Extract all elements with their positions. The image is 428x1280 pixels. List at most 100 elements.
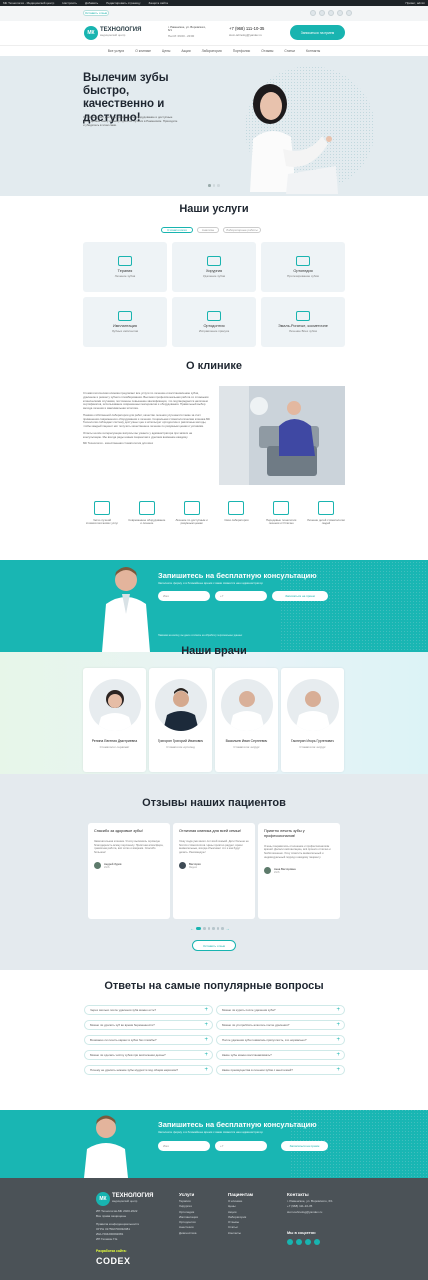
faq-item[interactable]: После удаления зуба появилась припухлост… <box>216 1035 345 1045</box>
doctor-card[interactable]: Григорян Григорий Иванович Стоматолог-орт… <box>149 668 212 772</box>
vk-icon[interactable] <box>287 1238 293 1245</box>
next-arrow-icon[interactable]: → <box>226 926 230 931</box>
faq-question: Возможно ли лечить кариес в зубах без пл… <box>90 1038 157 1042</box>
slider-dot[interactable] <box>208 184 211 187</box>
slider-dot[interactable] <box>217 184 220 187</box>
faq-question: Можно ли употреблять алкоголь после удал… <box>222 1023 290 1027</box>
service-card-orthodontics[interactable]: Ортодонтия Исправление прикуса <box>172 297 256 347</box>
doctor-card[interactable]: Репина Евгения Дмитриевна Стоматолог-тера… <box>83 668 146 772</box>
social-icon[interactable] <box>328 10 334 16</box>
nav-item-contacts[interactable]: Контакты <box>306 49 320 53</box>
plus-icon[interactable]: + <box>204 1067 208 1073</box>
plus-icon[interactable]: + <box>204 1052 208 1058</box>
adminbar-item[interactable]: Защита сайта <box>149 1 168 5</box>
social-icon[interactable] <box>310 10 316 16</box>
service-title: Ортодонтия <box>203 324 225 328</box>
pagination-dot[interactable] <box>203 927 206 930</box>
consult-submit-button[interactable]: Записаться на прием <box>281 1141 328 1151</box>
faq-item[interactable]: Можно ли удалить зуб во время беременнос… <box>84 1020 213 1030</box>
review-pill[interactable]: Оставить отзыв <box>83 10 109 16</box>
faq-item[interactable]: Через сколько после удаления зуба можно … <box>84 1005 213 1015</box>
social-title: Мы в соцсетях: <box>287 1230 317 1235</box>
social-icon[interactable] <box>337 10 343 16</box>
faq-item[interactable]: Можно ли сделать чистку зубов при воспал… <box>84 1050 213 1060</box>
faq-item[interactable]: Можно ли употреблять алкоголь после удал… <box>216 1020 345 1030</box>
implant-icon <box>118 311 132 321</box>
review-title: Отличная клиника для всей семьи! <box>179 829 241 833</box>
adminbar-item[interactable]: Настроить <box>62 1 77 5</box>
plus-icon[interactable]: + <box>336 1022 340 1028</box>
instagram-icon[interactable] <box>296 1238 302 1245</box>
service-card-cosmetic[interactable]: Эмаль-Рогатые, косметичне Лечение Всех зу… <box>261 297 345 347</box>
plus-icon[interactable]: + <box>336 1067 340 1073</box>
plus-icon[interactable]: + <box>204 1007 208 1013</box>
telegram-icon[interactable] <box>305 1238 311 1245</box>
pagination-dot[interactable] <box>216 927 219 930</box>
review-card: Отличная клиника для всей семьи! Хожу сюд… <box>173 823 255 919</box>
footer-link[interactable]: Диагностика <box>179 1231 198 1236</box>
nav-item-reviews[interactable]: Отзывы <box>261 49 273 53</box>
reviews-title: Отзывы наших пациентов <box>142 797 286 809</box>
service-card-implants[interactable]: Имплантация Зубных имплантов <box>83 297 167 347</box>
faq-item[interactable]: Какие преимущества в лечении зубов с ане… <box>216 1065 345 1075</box>
developer-logo[interactable]: CODEX <box>96 1256 131 1267</box>
plus-icon[interactable]: + <box>336 1052 340 1058</box>
footer-link[interactable]: Контакты <box>228 1231 253 1236</box>
pagination-dot[interactable] <box>207 927 210 930</box>
phone-input[interactable]: +7 <box>215 591 267 601</box>
adminbar-item[interactable]: Редактировать страницу <box>106 1 140 5</box>
slider-dot[interactable] <box>212 184 215 187</box>
header-phone[interactable]: +7 (968) 111-10-35 <box>229 26 264 31</box>
name-input[interactable]: Имя <box>158 1141 210 1151</box>
nav-item-lab[interactable]: Лаборатория <box>202 49 222 53</box>
reviews-pagination[interactable]: ← → <box>190 926 230 931</box>
header-email[interactable]: stom-tehnolog@yandex.ru <box>229 33 262 37</box>
pagination-dot[interactable] <box>212 927 215 930</box>
nav-item-about[interactable]: О клинике <box>135 49 151 53</box>
faq-item[interactable]: Возможно ли лечить кариес в зубах без пл… <box>84 1035 213 1045</box>
service-subtitle: Исправление прикуса <box>198 328 230 333</box>
doctor-card[interactable]: Васильев Иван Сергеевич Стоматолог-хирург <box>215 668 278 772</box>
adminbar-item[interactable]: Добавить <box>85 1 98 5</box>
social-icon[interactable] <box>346 10 352 16</box>
faq-item[interactable]: Какие зубы можно восстанавливать? + <box>216 1050 345 1060</box>
nav-item-portfolio[interactable]: Портфолио <box>233 49 251 53</box>
doctor-card[interactable]: Гасперян Игорь Гургенович Стоматолог-хиру… <box>281 668 344 772</box>
feature-item: Лечение по доступным и разумным ценам <box>173 501 211 526</box>
phone-input[interactable]: +7 <box>215 1141 267 1151</box>
pagination-dot[interactable] <box>196 927 201 930</box>
nav-item-promos[interactable]: Акции <box>181 49 190 53</box>
name-input[interactable]: Имя <box>158 591 210 601</box>
nav-item-services[interactable]: Все услуги <box>108 49 124 53</box>
book-appointment-button[interactable]: Записаться на прием <box>290 25 345 40</box>
sparkle-tooth-icon <box>296 311 310 321</box>
service-card-orthopedics[interactable]: Ортопедия Протезирование зубов <box>261 242 345 292</box>
tab-analyses[interactable]: Анализы <box>197 227 219 233</box>
feature-item: Четко лучший стоматологических услуг <box>83 501 121 526</box>
tab-lab-works[interactable]: Лабораторные работы <box>223 227 261 233</box>
adminbar-item[interactable]: МК Технология - Медицинский центр <box>3 1 54 5</box>
hero-slider-dots[interactable] <box>208 184 220 187</box>
plus-icon[interactable]: + <box>336 1037 340 1043</box>
tab-dentistry[interactable]: Стоматология <box>161 227 193 233</box>
consult-submit-button[interactable]: Записаться на прием <box>272 591 328 601</box>
service-card-therapy[interactable]: Терапия Лечение зубов <box>83 242 167 292</box>
leave-review-button[interactable]: Оставить отзыв <box>192 940 236 951</box>
footer-logo-mark[interactable]: МК <box>96 1192 110 1206</box>
logo-mark[interactable]: МК <box>84 26 98 40</box>
service-title: Терапия <box>117 269 133 273</box>
pagination-dot[interactable] <box>221 927 224 930</box>
faq-item[interactable]: Можно ли курить после удаления зуба? + <box>216 1005 345 1015</box>
prev-arrow-icon[interactable]: ← <box>190 926 194 931</box>
nav-item-articles[interactable]: Статьи <box>284 49 295 53</box>
plus-icon[interactable]: + <box>204 1037 208 1043</box>
adminbar-user[interactable]: Привет, admin <box>405 1 425 5</box>
whatsapp-icon[interactable] <box>314 1238 320 1245</box>
social-icon[interactable] <box>319 10 325 16</box>
footer-email[interactable]: stom-tehnolog@yandex.ru <box>287 1210 347 1215</box>
plus-icon[interactable]: + <box>204 1022 208 1028</box>
service-card-surgery[interactable]: Хирургия Удаление зубов <box>172 242 256 292</box>
nav-item-prices[interactable]: Цены <box>162 49 170 53</box>
faq-item[interactable]: Почему не удалить нижние зубы мудрости п… <box>84 1065 213 1075</box>
plus-icon[interactable]: + <box>336 1007 340 1013</box>
